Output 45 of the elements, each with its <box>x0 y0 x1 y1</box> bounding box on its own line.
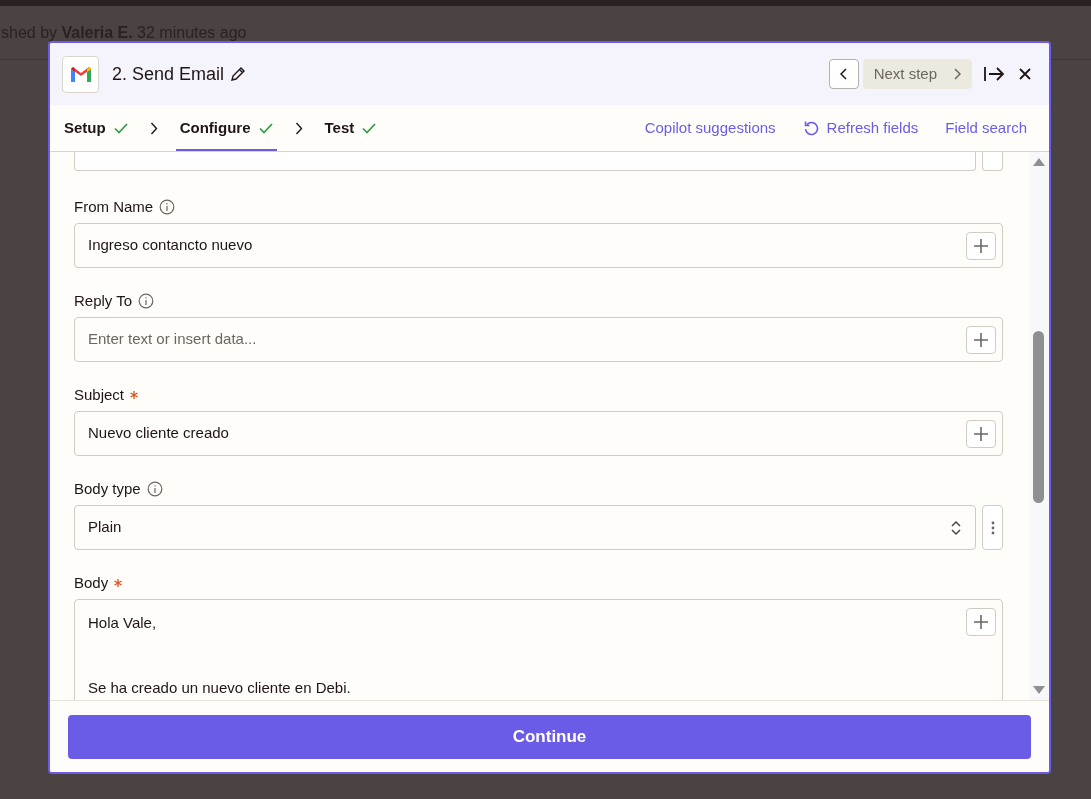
field-label: Body type <box>74 478 141 499</box>
collapse-panel-icon[interactable] <box>983 65 1005 83</box>
info-icon[interactable] <box>138 293 155 309</box>
input-field[interactable]: Nuevo cliente creado <box>74 411 1003 456</box>
text-area-field[interactable]: Hola Vale, Se ha creado un nuevo cliente en Debi. <box>74 599 1003 700</box>
plus-icon <box>974 615 988 629</box>
info-icon[interactable] <box>146 481 163 497</box>
chevron-right-icon <box>149 121 158 135</box>
field-label: Subject <box>74 384 125 405</box>
gmail-icon <box>62 55 99 93</box>
body-text-line: Se ha creado un nuevo cliente en Debi. <box>88 677 351 698</box>
field-label: From Name <box>74 196 154 217</box>
refresh-fields-button[interactable]: Refresh fields <box>802 116 919 140</box>
insert-data-button[interactable] <box>966 326 996 354</box>
kebab-icon <box>990 520 995 535</box>
close-icon[interactable] <box>1019 68 1031 80</box>
chevron-right-icon <box>953 68 961 80</box>
chevron-right-icon <box>294 121 303 135</box>
previous-button[interactable] <box>828 59 859 89</box>
select-field[interactable] <box>74 152 976 171</box>
refresh-icon <box>802 119 820 137</box>
scrollbar[interactable] <box>1029 152 1049 700</box>
insert-data-button[interactable] <box>966 420 996 448</box>
step-tab[interactable]: Setup <box>60 105 132 151</box>
step-tab[interactable]: Test <box>320 105 381 151</box>
action-link[interactable]: Field search <box>945 116 1027 140</box>
input-field[interactable]: Ingreso contancto nuevo <box>74 223 1003 268</box>
sort-chevrons-icon <box>951 519 961 536</box>
step-title: 2. Send Email <box>112 62 225 86</box>
insert-data-button[interactable] <box>966 608 996 636</box>
input-field[interactable]: Enter text or insert data... <box>74 317 1003 362</box>
plus-icon <box>974 333 988 347</box>
pencil-icon[interactable] <box>230 66 247 82</box>
body-text-line: Hola Vale, <box>88 613 157 633</box>
next-step-button[interactable]: Next step <box>862 59 972 89</box>
info-icon[interactable] <box>159 199 176 215</box>
field-label: Body <box>74 572 109 593</box>
field-label: Reply To <box>74 290 133 311</box>
plus-icon <box>974 239 988 253</box>
plus-icon <box>974 427 988 441</box>
select-field[interactable]: Plain <box>74 505 976 550</box>
action-link[interactable]: Copilot suggestions <box>644 116 776 140</box>
chevron-left-icon <box>839 68 848 80</box>
insert-data-button[interactable] <box>966 232 996 260</box>
continue-button[interactable]: Continue <box>68 714 1031 759</box>
